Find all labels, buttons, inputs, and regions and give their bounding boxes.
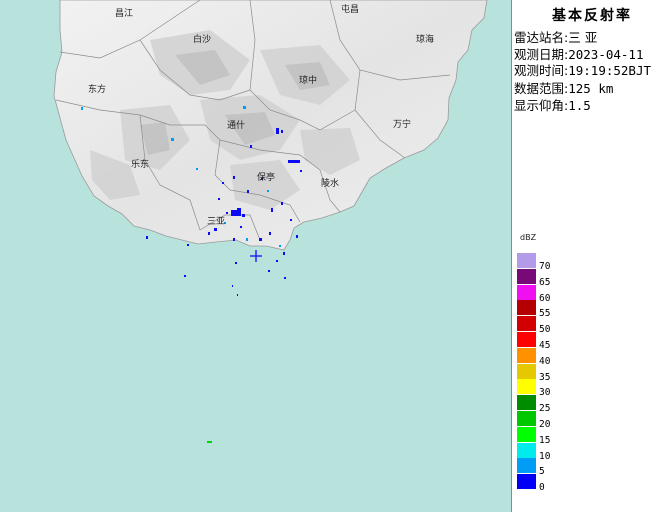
legend-item: 0 (517, 474, 577, 494)
elevation-row: 显示仰角:1.5 (514, 98, 591, 113)
city-label-baisha: 白沙 (193, 35, 212, 45)
city-label-sanya: 三亚 (207, 217, 226, 227)
legend-item: 35 (517, 363, 577, 383)
city-label-wanning: 万宁 (393, 120, 412, 130)
time-row: 观测时间:19:19:52BJT (514, 63, 651, 78)
radar-map: 昌江 屯昌 白沙 琼海 琼中 东方 通什 万宁 乐东 保亭 陵水 三亚 (0, 0, 511, 512)
range-label: 数据范围: (514, 81, 569, 96)
legend-swatch (517, 316, 536, 332)
legend-item: 15 (517, 426, 577, 446)
range-row: 数据范围:125 km (514, 81, 613, 96)
legend-swatch (517, 347, 536, 363)
city-label-tongshi: 通什 (227, 121, 246, 131)
station-label: 雷达站名: (514, 30, 569, 45)
legend-item: 25 (517, 395, 577, 414)
legend-unit: dBZ (520, 233, 537, 242)
city-label-qionghai: 琼海 (416, 35, 435, 45)
legend-item: 60 (517, 284, 577, 304)
legend-swatch (517, 253, 536, 268)
city-label-lingshui: 陵水 (321, 179, 340, 189)
legend-item: 65 (517, 268, 577, 288)
station-row: 雷达站名:三 亚 (514, 30, 597, 45)
legend-item: 20 (517, 411, 577, 430)
map-canvas (0, 0, 511, 512)
city-label-baoting: 保亭 (257, 173, 276, 183)
legend-swatch (517, 395, 536, 411)
legend-swatch (517, 332, 536, 347)
date-row: 观测日期:2023-04-11 (514, 47, 643, 62)
time-label: 观测时间: (514, 63, 569, 78)
legend-swatch (517, 268, 536, 284)
legend-item: 10 (517, 442, 577, 462)
legend-swatch (517, 363, 536, 379)
panel-title: 基本反射率 (552, 8, 632, 24)
date-label: 观测日期: (514, 47, 569, 62)
date-value: 2023-04-11 (568, 47, 644, 62)
city-label-dongfang: 东方 (88, 85, 107, 95)
legend-item: 55 (517, 300, 577, 319)
time-value: 19:19:52BJT (568, 63, 652, 78)
legend-swatch (517, 458, 536, 474)
legend-item: 30 (517, 379, 577, 398)
elevation-label: 显示仰角: (514, 98, 569, 113)
green-echo (207, 441, 212, 443)
legend-swatch (517, 474, 536, 490)
info-panel: 基本反射率 雷达站名:三 亚 观测日期:2023-04-11 观测时间:19:1… (511, 0, 672, 512)
legend-item: 70 (517, 253, 577, 272)
city-label-changjiang: 昌江 (115, 9, 134, 19)
legend-item: 5 (517, 458, 577, 477)
legend-item: 45 (517, 332, 577, 351)
legend-item: 50 (517, 316, 577, 335)
city-label-tunchang: 屯昌 (341, 5, 360, 15)
legend-swatch (517, 379, 536, 395)
range-value: 125 km (568, 81, 614, 96)
station-value: 三 亚 (568, 30, 598, 45)
legend-swatch (517, 300, 536, 316)
legend-swatch (517, 411, 536, 426)
city-label-qiongzhong: 琼中 (299, 76, 318, 86)
legend-value: 0 (539, 482, 545, 494)
elevation-value: 1.5 (568, 98, 591, 113)
city-label-ledong: 乐东 (131, 160, 150, 170)
legend-swatch (517, 284, 536, 300)
legend-swatch (517, 426, 536, 442)
legend-swatch (517, 442, 536, 458)
legend-item: 40 (517, 347, 577, 367)
